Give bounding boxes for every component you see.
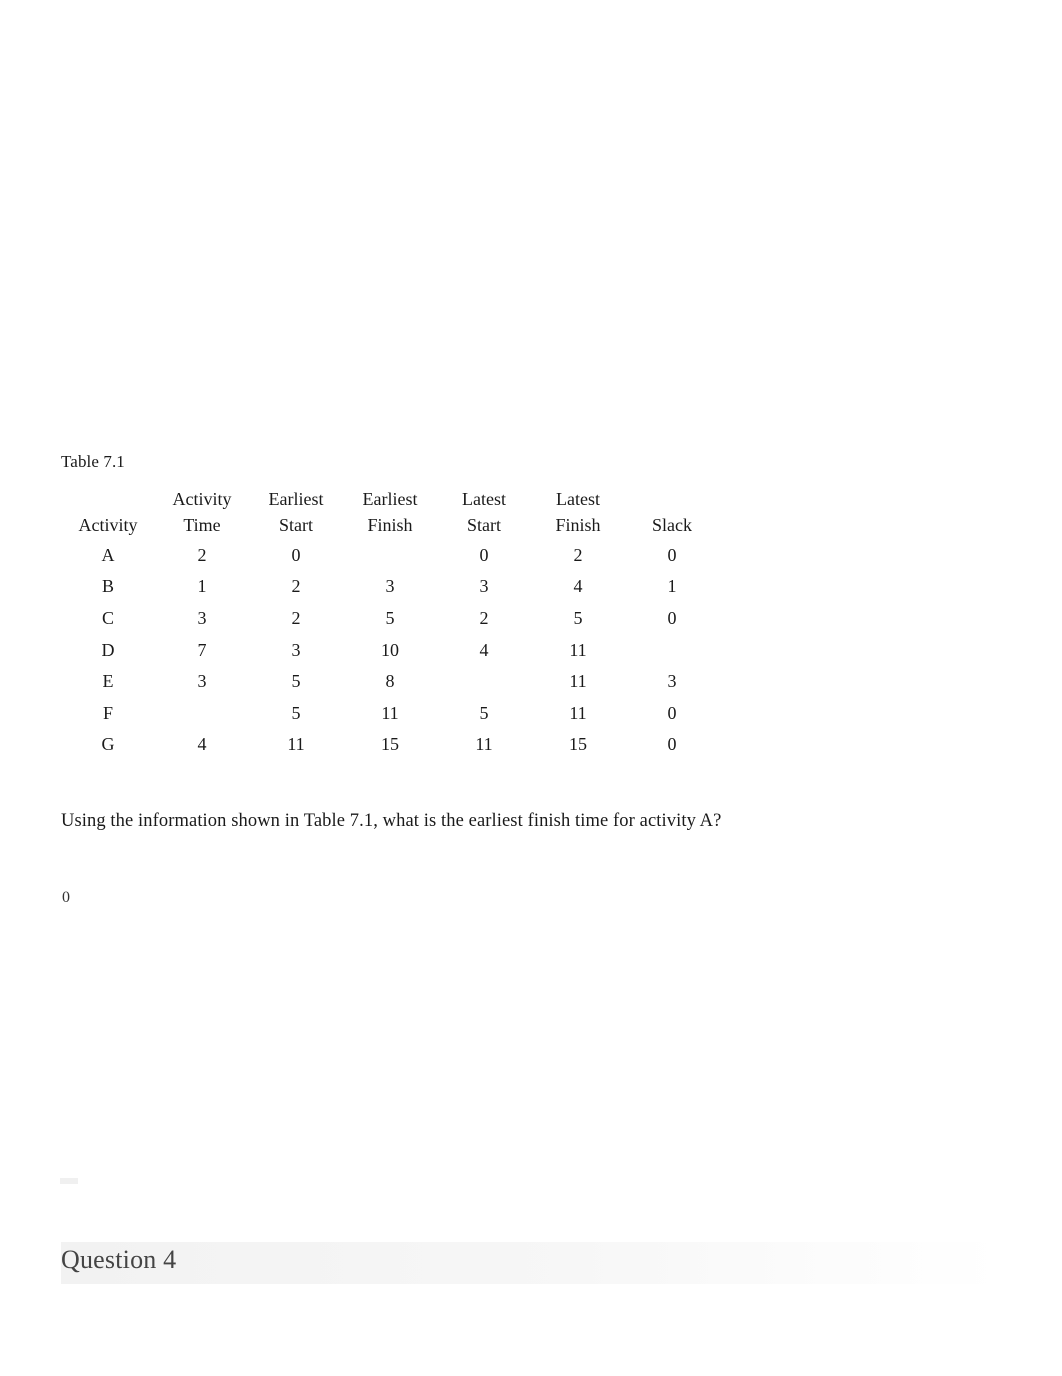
table-row: E 3 5 8 11 3 <box>61 666 719 698</box>
cell-latest-start: 0 <box>479 544 489 565</box>
table-row: D 7 3 10 4 11 <box>61 635 719 667</box>
cell-slack: 0 <box>667 702 677 723</box>
cell-earliest-finish: 8 <box>385 671 395 692</box>
header-slack: Slack <box>652 514 692 535</box>
header-activity: Activity <box>78 514 138 535</box>
page-artifact <box>60 1178 78 1184</box>
cell-activity-time: 1 <box>197 576 207 597</box>
cell-latest-start: 2 <box>479 608 489 629</box>
header-earliest-start-line1: Earliest <box>268 489 324 509</box>
cell-activity: E <box>102 671 114 692</box>
cell-latest-finish: 11 <box>569 639 587 660</box>
document-page: Table 7.1 Activity Earliest Earliest Lat… <box>0 0 1062 1376</box>
cell-earliest-start: 11 <box>287 734 305 755</box>
header-activity-time-line1: Activity <box>172 489 232 509</box>
table-caption: Table 7.1 <box>61 452 125 471</box>
table-row: G 4 11 15 11 15 0 <box>61 729 719 761</box>
cell-slack: 3 <box>667 671 677 692</box>
cell-latest-finish: 2 <box>573 544 583 565</box>
table-row: C 3 2 5 2 5 0 <box>61 603 719 635</box>
cell-latest-finish: 11 <box>569 671 587 692</box>
cell-earliest-finish: 5 <box>385 608 395 629</box>
header-latest-finish-line2: Finish <box>555 514 601 535</box>
cell-earliest-finish: 10 <box>381 639 399 660</box>
cell-slack: 0 <box>667 544 677 565</box>
cell-activity: B <box>101 576 114 597</box>
question-prompt: Using the information shown in Table 7.1… <box>61 811 722 831</box>
cell-latest-start: 5 <box>479 702 489 723</box>
cell-activity-time: 4 <box>197 734 207 755</box>
table-row: F 5 11 5 11 0 <box>61 698 719 730</box>
cell-earliest-finish: 15 <box>381 734 399 755</box>
cell-slack <box>625 635 719 667</box>
cell-latest-start: 11 <box>475 734 493 755</box>
cell-latest-finish: 11 <box>569 702 587 723</box>
section-title: Question 4 <box>61 1245 177 1274</box>
cell-earliest-start: 5 <box>291 702 301 723</box>
cell-activity: C <box>101 608 114 629</box>
cell-earliest-start: 3 <box>291 639 301 660</box>
header-earliest-finish-line2: Finish <box>367 514 413 535</box>
cell-latest-start: 4 <box>479 639 489 660</box>
table-header-row-1: Activity Earliest Earliest Latest Latest <box>61 488 719 514</box>
cell-latest-start <box>437 666 531 698</box>
table-row: A 2 0 0 2 0 <box>61 540 719 572</box>
cell-activity: A <box>101 544 115 565</box>
cell-latest-finish: 4 <box>573 576 583 597</box>
header-earliest-finish-line1: Earliest <box>362 489 418 509</box>
table-header-row-2: Activity Time Start Finish Start Finish … <box>61 514 719 540</box>
cell-latest-start: 3 <box>479 576 489 597</box>
header-latest-start-line1: Latest <box>462 489 506 509</box>
header-earliest-start-line2: Start <box>279 514 313 535</box>
header-latest-finish-line1: Latest <box>556 489 600 509</box>
cell-activity-time: 3 <box>197 671 207 692</box>
cell-earliest-start: 2 <box>291 576 301 597</box>
table-header: Activity Earliest Earliest Latest Latest… <box>61 488 719 540</box>
cell-earliest-finish: 3 <box>385 576 395 597</box>
header-blank-2 <box>625 488 719 514</box>
cell-earliest-start: 5 <box>291 671 301 692</box>
table-body: A 2 0 0 2 0 B 1 2 3 3 4 1 C 3 2 5 2 5 0 … <box>61 540 719 761</box>
cell-slack: 0 <box>667 608 677 629</box>
header-activity-time-line2: Time <box>183 514 221 535</box>
cell-slack: 1 <box>667 576 677 597</box>
section-header-band <box>61 1242 1001 1284</box>
table-row: B 1 2 3 3 4 1 <box>61 571 719 603</box>
cell-earliest-start: 2 <box>291 608 301 629</box>
cell-slack: 0 <box>667 734 677 755</box>
cell-activity: F <box>102 702 113 723</box>
cell-latest-finish: 15 <box>569 734 587 755</box>
header-blank-1 <box>61 488 155 514</box>
cell-earliest-finish: 11 <box>381 702 399 723</box>
cell-activity: G <box>101 734 115 755</box>
header-latest-start-line2: Start <box>467 514 501 535</box>
cell-activity-time: 3 <box>197 608 207 629</box>
answer-value: 0 <box>62 889 70 906</box>
cell-earliest-finish <box>343 540 437 572</box>
cell-activity-time: 2 <box>197 544 207 565</box>
cell-latest-finish: 5 <box>573 608 583 629</box>
cell-activity-time <box>155 698 249 730</box>
activity-schedule-table: Activity Earliest Earliest Latest Latest… <box>61 488 719 761</box>
cell-activity: D <box>101 639 115 660</box>
cell-earliest-start: 0 <box>291 544 301 565</box>
cell-activity-time: 7 <box>197 639 207 660</box>
